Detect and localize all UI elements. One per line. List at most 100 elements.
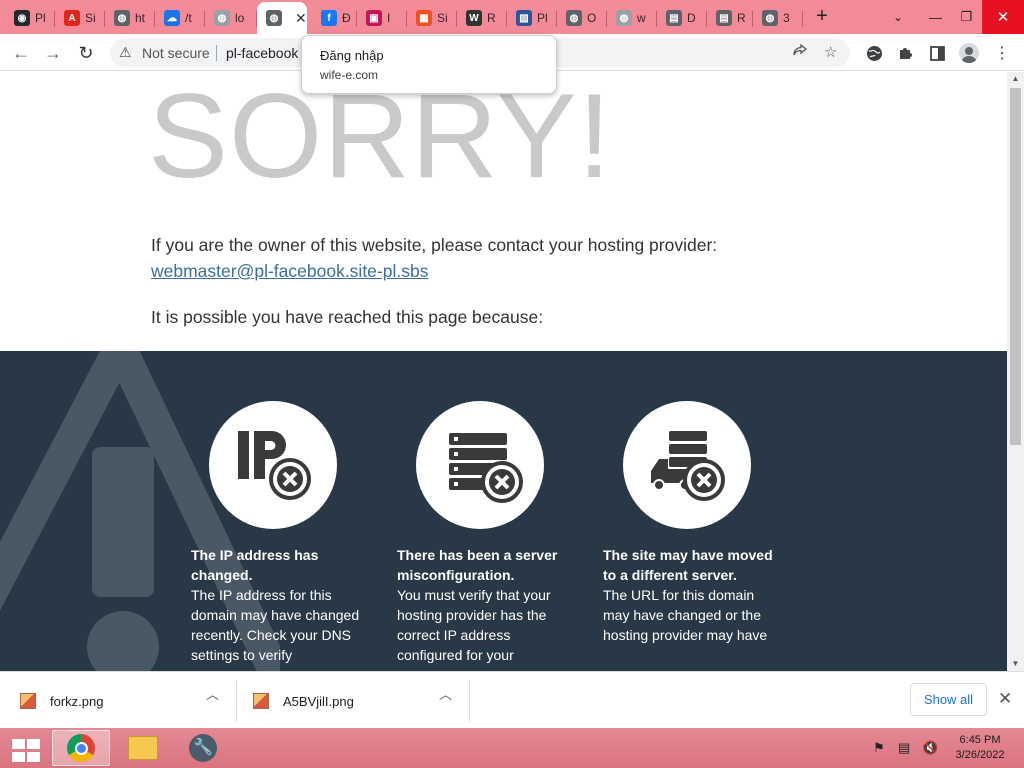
tab-search-button[interactable]: ⌄ [888, 7, 908, 27]
tab-15[interactable]: ◍ 3 [753, 4, 803, 32]
scroll-up-arrow-icon[interactable]: ▲ [1007, 72, 1024, 86]
download-filename[interactable]: forkz.png [50, 694, 103, 709]
tab-6[interactable]: fĐ [312, 4, 357, 32]
clock-time: 6:45 PM [959, 734, 1001, 746]
restore-button[interactable]: ❐ [951, 0, 982, 34]
download-filename[interactable]: A5BVjilI.png [283, 694, 354, 709]
tab-10[interactable]: ▧ Pl [507, 4, 557, 32]
reason-title: There has been a server misconfiguration… [397, 547, 558, 583]
sorry-heading: SORRY! [148, 72, 612, 203]
globe-icon: ◍ [266, 10, 282, 26]
tab-11[interactable]: ◍ O [557, 4, 607, 32]
side-panel-icon[interactable] [927, 43, 947, 63]
download-options-chevron-icon[interactable]: ︿ [206, 684, 219, 703]
tab-label: /t [185, 11, 192, 25]
page-scrollbar[interactable]: ▲ ▼ [1007, 72, 1024, 671]
tab-0[interactable]: ◉ Pl [5, 4, 55, 32]
tab-label: w [637, 11, 646, 25]
window-controls: — ❐ ✕ [920, 0, 1024, 34]
chrome-icon [67, 734, 95, 762]
taskbar-tool-app[interactable]: 🔧 [174, 730, 232, 766]
tab-strip: + ⌄ — ❐ ✕ ◉ Pl A Si ◍ ht ☁/t ◍ lo ◍ ✕ f Đ ▣ I ▦ Si W R ▧ Pl ◍… [0, 0, 1024, 34]
globe-icon: ◍ [616, 10, 632, 26]
folder-icon [128, 736, 158, 760]
url-divider [216, 45, 217, 61]
minimize-button[interactable]: — [920, 0, 951, 34]
image-file-icon [253, 693, 269, 709]
tab-7[interactable]: ▣ I [357, 4, 407, 32]
tab-label: I [387, 11, 391, 25]
tab-4[interactable]: ◍ lo [205, 4, 257, 32]
tab-9[interactable]: WR [457, 4, 507, 32]
shop-icon: ▣ [366, 10, 382, 26]
download-options-chevron-icon[interactable]: ︿ [439, 684, 452, 703]
reason-ip-changed: The IP address has changed. The IP addre… [191, 545, 363, 665]
reason-moved-server: The site may have moved to a different s… [603, 545, 775, 645]
tab-close-icon[interactable]: ✕ [295, 10, 307, 27]
clock-date: 3/26/2022 [955, 749, 1005, 761]
windows-logo-pane [27, 739, 40, 749]
bookmark-star-icon[interactable]: ☆ [824, 43, 837, 61]
tab-label: Đ [342, 11, 351, 25]
flag-icon[interactable]: ⚑ [873, 740, 885, 756]
tab-hover-card: Đăng nhập wife-e.com [301, 35, 557, 94]
tab-separator [802, 11, 803, 27]
taskbar-chrome[interactable] [52, 730, 110, 766]
volume-muted-icon[interactable]: 🔇 [922, 740, 938, 756]
close-download-bar-icon[interactable]: ✕ [998, 689, 1012, 709]
window-close-button[interactable]: ✕ [982, 0, 1024, 34]
tab-label: Si [85, 11, 96, 25]
download-divider [236, 680, 237, 722]
tab-13[interactable]: ▤ D [657, 4, 707, 32]
tab-3[interactable]: ☁ /t [155, 4, 205, 32]
truck-server-error-icon [623, 401, 751, 529]
download-item[interactable]: forkz.png [20, 680, 103, 722]
reason-body: The URL for this domain may have changed… [603, 587, 768, 643]
tab-1[interactable]: A Si [55, 4, 105, 32]
warning-icon[interactable]: ⚠ [119, 44, 132, 61]
profile-avatar-icon[interactable] [959, 43, 979, 63]
hover-card-title: Đăng nhập [320, 48, 384, 63]
ip-error-icon [209, 401, 337, 529]
tab-5[interactable]: ◍ ✕ [257, 2, 307, 34]
tab-12[interactable]: ◍ w [607, 4, 657, 32]
network-icon[interactable]: ▤ [898, 740, 910, 756]
extension-globe-icon[interactable] [864, 43, 884, 63]
start-button[interactable] [6, 733, 40, 763]
download-divider [469, 680, 470, 722]
tab-label: 3 [783, 11, 790, 25]
new-tab-button[interactable]: + [812, 6, 832, 28]
windows-taskbar: 🔧 ⚑ ▤ 🔇 6:45 PM 3/26/2022 [0, 728, 1024, 768]
scroll-down-arrow-icon[interactable]: ▼ [1007, 657, 1024, 671]
scrollbar-thumb[interactable] [1010, 88, 1021, 445]
forward-button[interactable]: → [42, 42, 64, 64]
download-item[interactable]: A5BVjilI.png [253, 680, 354, 722]
system-clock[interactable]: 6:45 PM 3/26/2022 [944, 733, 1016, 763]
menu-kebab-icon[interactable]: ⋮ [992, 43, 1012, 63]
tab-14[interactable]: ▤ R [707, 4, 753, 32]
reason-body: The IP address for this domain may have … [191, 587, 360, 663]
show-all-downloads-button[interactable]: Show all [910, 683, 987, 716]
tab-label: lo [235, 11, 245, 25]
share-icon[interactable] [792, 43, 808, 63]
reason-title: The site may have moved to a different s… [603, 547, 773, 583]
tab-8[interactable]: ▦ Si [407, 4, 457, 32]
cloud-icon: ☁ [164, 10, 180, 26]
download-bar: forkz.png ︿ A5BVjilI.png ︿ Show all ✕ [0, 671, 1024, 728]
webmaster-email-link[interactable]: webmaster@pl-facebook.site-pl.sbs [151, 261, 428, 282]
globe-icon: ◍ [214, 10, 230, 26]
globe-icon: ◍ [762, 10, 778, 26]
tab-2[interactable]: ◍ ht [105, 4, 155, 32]
globe-icon: ◍ [566, 10, 582, 26]
windows-logo-pane [27, 752, 40, 762]
wikipedia-icon: W [466, 10, 482, 26]
reload-button[interactable]: ↻ [75, 42, 97, 64]
taskbar-file-explorer[interactable] [114, 730, 172, 766]
back-button[interactable]: ← [10, 42, 32, 64]
extensions-puzzle-icon[interactable] [896, 43, 916, 63]
not-secure-label[interactable]: Not secure [142, 45, 210, 61]
tab-label: D [687, 11, 696, 25]
tab-label: Pl [537, 11, 548, 25]
url-text[interactable]: pl-facebook [226, 45, 298, 61]
tab-label: R [737, 11, 746, 25]
